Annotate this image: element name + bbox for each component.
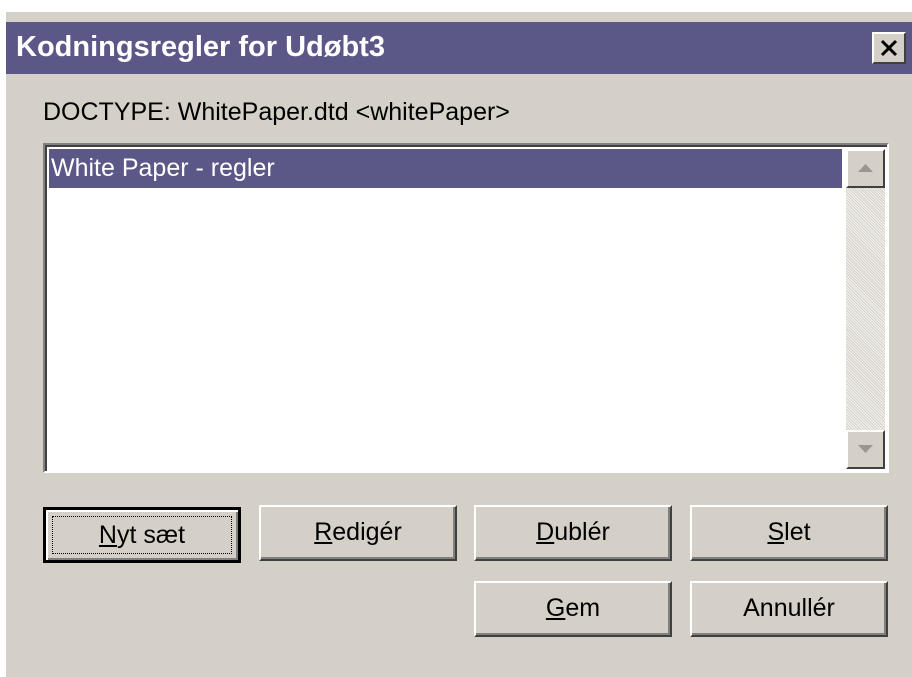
close-icon (880, 39, 898, 57)
duplicate-label: Dublér (536, 518, 610, 546)
edit-button[interactable]: Redigér (259, 505, 457, 561)
close-button[interactable] (872, 32, 906, 64)
doctype-label: DOCTYPE: WhitePaper.dtd <whitePaper> (43, 98, 510, 126)
arrow-up-icon (858, 164, 873, 172)
list-item-white-paper-rules[interactable]: White Paper - regler (49, 149, 842, 188)
window-title: Kodningsregler for Udøbt3 (16, 31, 385, 63)
title-bar[interactable]: Kodningsregler for Udøbt3 (6, 22, 912, 74)
arrow-down-icon (858, 445, 873, 453)
edit-label: Redigér (314, 518, 402, 546)
new-set-button[interactable]: Nyt sæt (43, 507, 241, 563)
save-button[interactable]: Gem (474, 581, 672, 637)
duplicate-button[interactable]: Dublér (474, 505, 672, 561)
rules-listbox[interactable]: White Paper - regler (43, 143, 889, 473)
vertical-scrollbar[interactable] (846, 149, 885, 469)
scroll-down-button[interactable] (846, 430, 885, 469)
dialog-window: Kodningsregler for Udøbt3 DOCTYPE: White… (6, 12, 912, 677)
delete-label: Slet (767, 518, 811, 546)
save-label: Gem (545, 594, 601, 622)
new-set-label: Nyt sæt (98, 521, 186, 549)
cancel-label: Annullér (743, 594, 835, 622)
cancel-button[interactable]: Annullér (690, 581, 888, 637)
scroll-up-button[interactable] (846, 149, 885, 188)
delete-button[interactable]: Slet (690, 505, 888, 561)
